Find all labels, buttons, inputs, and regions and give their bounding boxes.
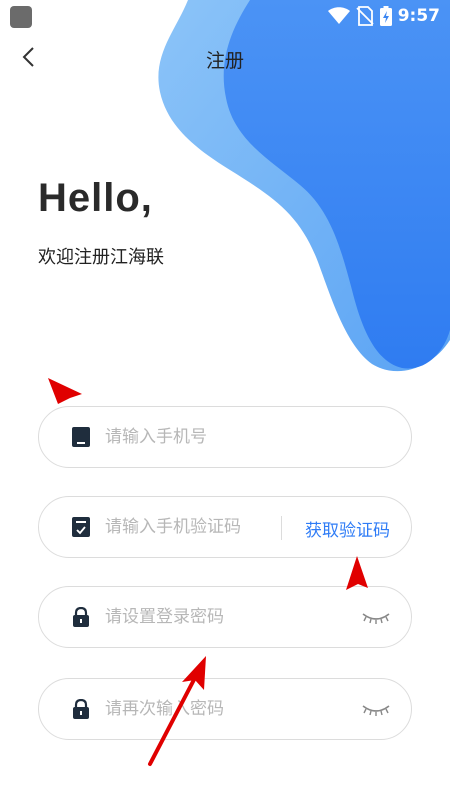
verify-code-field[interactable]: 获取验证码: [38, 496, 412, 558]
eye-closed-icon[interactable]: [361, 609, 391, 625]
verify-code-icon: [72, 517, 90, 537]
status-time: 9:57: [397, 6, 440, 26]
phone-field[interactable]: [38, 406, 412, 468]
annotation-arrow: [48, 378, 82, 404]
welcome-subtitle: 欢迎注册江海联: [38, 247, 164, 267]
get-code-button[interactable]: 获取验证码: [305, 516, 390, 541]
page-title: 注册: [205, 51, 244, 72]
confirm-password-field[interactable]: [38, 678, 412, 740]
password-field[interactable]: [38, 586, 412, 648]
eye-closed-icon[interactable]: [361, 701, 391, 717]
password-input[interactable]: [105, 601, 345, 633]
battery-charging-icon: [379, 6, 392, 26]
confirm-password-input[interactable]: [105, 693, 345, 725]
status-bar: 9:57: [0, 0, 450, 32]
annotation-arrow: [346, 556, 368, 590]
app-notification-icon: [10, 6, 32, 28]
hello-heading: Hello,: [38, 176, 153, 220]
status-icons: 9:57: [327, 4, 440, 28]
field-divider: [281, 516, 282, 540]
no-sim-icon: [356, 6, 374, 26]
phone-icon: [72, 427, 90, 447]
verify-code-input[interactable]: [105, 511, 275, 543]
lock-icon: [73, 607, 89, 627]
lock-icon: [73, 699, 89, 719]
phone-input[interactable]: [105, 421, 395, 453]
wifi-icon: [327, 7, 350, 24]
